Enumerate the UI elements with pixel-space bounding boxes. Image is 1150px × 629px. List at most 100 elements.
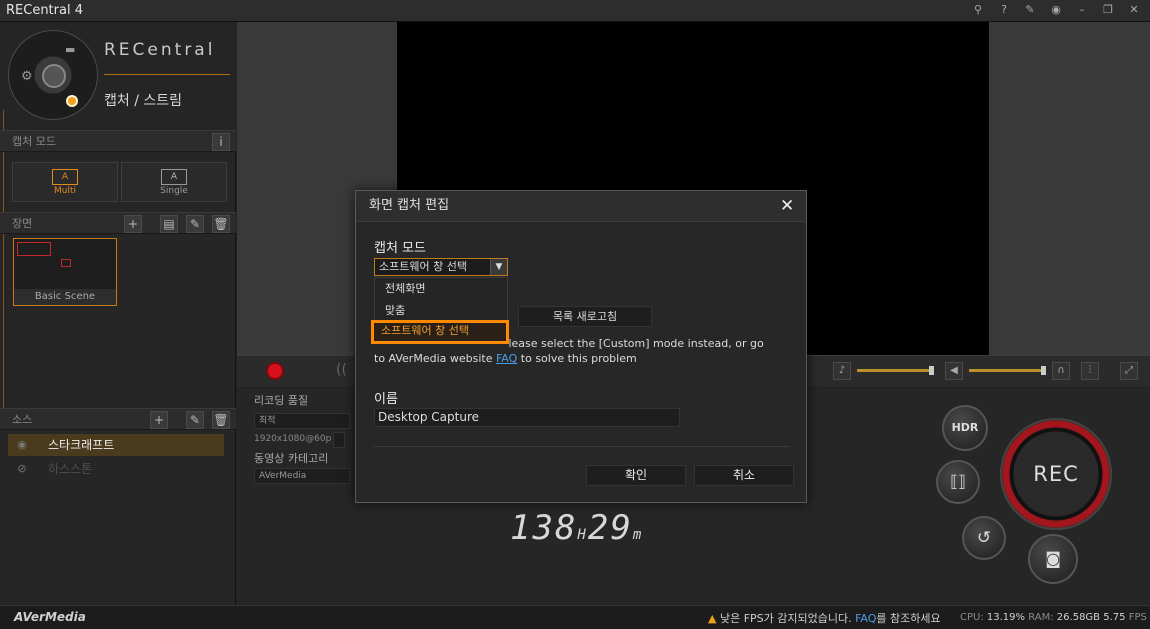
minimize-icon[interactable]: – xyxy=(1074,2,1090,18)
source-label: 소스 xyxy=(12,413,33,426)
stream-mode-icon[interactable]: (( xyxy=(336,362,347,378)
capture-mode-select[interactable]: 소프트웨어 창 선택 ▼ xyxy=(374,258,508,276)
avermedia-logo: AVerMedia xyxy=(14,610,86,624)
help-line-2-prefix: to AVerMedia website xyxy=(374,352,496,365)
status-bar: AVerMedia ▲ 낮은 FPS가 감지되었습니다. FAQ를 참조하세요 … xyxy=(0,605,1150,629)
mic-volume-knob[interactable] xyxy=(929,366,934,375)
navigation-dial[interactable]: ⚙ ▬ xyxy=(8,30,98,120)
replay-icon[interactable]: ↺ xyxy=(962,516,1006,560)
name-input[interactable]: Desktop Capture xyxy=(374,408,680,427)
titlebar-icons: ⚲ ? ✎ ◉ – ❐ ✕ xyxy=(970,2,1142,18)
hdr-button[interactable]: HDR xyxy=(942,405,988,451)
pushpin-icon[interactable]: ✎ xyxy=(1022,2,1038,18)
gear-icon[interactable]: ⚙ xyxy=(21,69,33,84)
low-fps-warning: ▲ 낮은 FPS가 감지되었습니다. FAQ를 참조하세요 xyxy=(708,610,941,626)
dial-center-icon[interactable] xyxy=(42,64,66,88)
folder-icon[interactable]: ▬ xyxy=(65,43,75,56)
option-software-window[interactable]: 소프트웨어 창 선택 xyxy=(371,320,509,344)
help-icon[interactable]: ? xyxy=(996,2,1012,18)
option-fullscreen[interactable]: 전체화면 xyxy=(375,278,507,300)
delete-scene-button[interactable]: 🗑 xyxy=(212,215,230,233)
hours-unit: H xyxy=(577,527,588,543)
refresh-list-button[interactable]: 목록 새로고침 xyxy=(518,306,652,327)
window-title: RECentral 4 xyxy=(6,3,83,18)
minutes-unit: m xyxy=(632,527,644,543)
hdr-label: HDR xyxy=(951,421,979,434)
speaker-icon[interactable]: ◀ xyxy=(945,362,963,380)
capture-mode-label: 캡처 모드 xyxy=(374,241,426,256)
cancel-button[interactable]: 취소 xyxy=(694,465,794,486)
dialog-divider xyxy=(374,446,790,447)
chevron-down-icon[interactable]: ▼ xyxy=(490,259,507,275)
capture-mode-header: 캡처 모드 i xyxy=(0,130,236,152)
hidden-eye-icon[interactable]: ⊘ xyxy=(14,461,30,477)
capture-indicator-icon[interactable] xyxy=(66,95,78,107)
help-line-2: to AVerMedia website FAQ to solve this p… xyxy=(374,351,794,366)
name-label: 이름 xyxy=(374,392,398,407)
option-fit[interactable]: 맞춤 xyxy=(375,300,507,322)
delete-source-button[interactable]: 🗑 xyxy=(212,411,230,429)
edit-source-button[interactable]: ✎ xyxy=(186,411,204,429)
warning-suffix: 를 참조하세요 xyxy=(876,612,941,625)
scene-label: 장면 xyxy=(12,217,33,230)
title-bar: RECentral 4 ⚲ ? ✎ ◉ – ❐ ✕ xyxy=(0,0,1150,22)
scene-source-frame xyxy=(61,259,71,267)
add-source-button[interactable]: + xyxy=(150,411,168,429)
split-icon[interactable]: ⟦⟧ xyxy=(936,460,980,504)
multi-mode-button[interactable]: A Multi xyxy=(12,162,118,202)
eye-icon[interactable]: ◉ xyxy=(1048,2,1064,18)
add-scene-button[interactable]: + xyxy=(124,215,142,233)
scene-source-frame xyxy=(17,242,51,256)
recording-quality-select[interactable]: 최적 xyxy=(254,413,350,429)
info-icon: i xyxy=(219,135,223,149)
resolution-text: 1920x1080@60p xyxy=(254,434,332,444)
faq-link[interactable]: FAQ xyxy=(496,352,517,365)
video-category-label: 동영상 카테고리 xyxy=(254,452,329,465)
scene-thumbnail[interactable]: Basic Scene xyxy=(13,238,117,306)
single-mode-button[interactable]: A Single xyxy=(121,162,227,202)
warning-faq-link[interactable]: FAQ xyxy=(855,612,876,625)
mic-volume-slider[interactable] xyxy=(857,369,933,372)
ram-label: RAM: xyxy=(1028,612,1054,623)
page-subtitle: 캡처 / 스트림 xyxy=(104,93,183,109)
camera-snapshot-icon[interactable]: ◙ xyxy=(1028,534,1078,584)
cpu-label: CPU: xyxy=(960,612,984,623)
scene-settings-button[interactable]: ▤ xyxy=(160,215,178,233)
brand-logo: RECentral xyxy=(104,40,216,60)
speaker-volume-knob[interactable] xyxy=(1041,366,1046,375)
cpu-value: 13.19% xyxy=(986,612,1026,623)
single-mode-icon: A xyxy=(161,169,187,185)
video-category-select[interactable]: AVerMedia xyxy=(254,468,350,484)
rec-button[interactable]: REC xyxy=(1000,418,1112,530)
remaining-time-display: 138H29m xyxy=(510,508,643,548)
source-item[interactable]: ⊘ 하스스톤 xyxy=(8,458,224,480)
speaker-volume-slider[interactable] xyxy=(969,369,1045,372)
edit-scene-button[interactable]: ✎ xyxy=(186,215,204,233)
ok-button[interactable]: 확인 xyxy=(586,465,686,486)
dialog-title-bar: 화면 캡처 편집 xyxy=(356,191,806,222)
panel-accent-line xyxy=(3,110,4,430)
source-name: 스타크래프트 xyxy=(48,438,115,452)
source-header: 소스 + ✎ 🗑 xyxy=(0,408,236,430)
pin-icon[interactable]: ⚲ xyxy=(970,2,986,18)
left-panel: ⚙ ▬ RECentral 캡처 / 스트림 캡처 모드 i A Multi A… xyxy=(0,22,236,605)
warning-text: 낮은 FPS가 감지되었습니다. xyxy=(719,612,856,625)
visibility-eye-icon[interactable]: ◉ xyxy=(14,437,30,453)
single-mode-label: Single xyxy=(160,186,188,196)
ram-value: 26.58GB xyxy=(1056,612,1101,623)
remaining-minutes: 29 xyxy=(587,508,633,548)
microphone-icon[interactable]: ♪ xyxy=(833,362,851,380)
audio-mixer-icon[interactable]: ⫶ xyxy=(1081,362,1099,380)
headphone-icon[interactable]: ∩ xyxy=(1052,362,1070,380)
scene-name: Basic Scene xyxy=(14,289,116,305)
resolution-toggle[interactable] xyxy=(333,432,345,448)
record-mode-icon[interactable] xyxy=(266,362,284,380)
close-icon[interactable]: ✕ xyxy=(1126,2,1142,18)
dialog-close-icon[interactable]: ✕ xyxy=(780,197,794,215)
capture-mode-dropdown: 전체화면 맞춤 소프트웨어 창 선택 xyxy=(371,277,509,344)
source-item[interactable]: ◉ 스타크래프트 xyxy=(8,434,224,456)
restore-icon[interactable]: ❐ xyxy=(1100,2,1116,18)
info-button[interactable]: i xyxy=(212,133,230,151)
logo-area: ⚙ ▬ RECentral 캡처 / 스트림 xyxy=(0,22,236,132)
fullscreen-icon[interactable]: ⤢ xyxy=(1120,362,1138,380)
